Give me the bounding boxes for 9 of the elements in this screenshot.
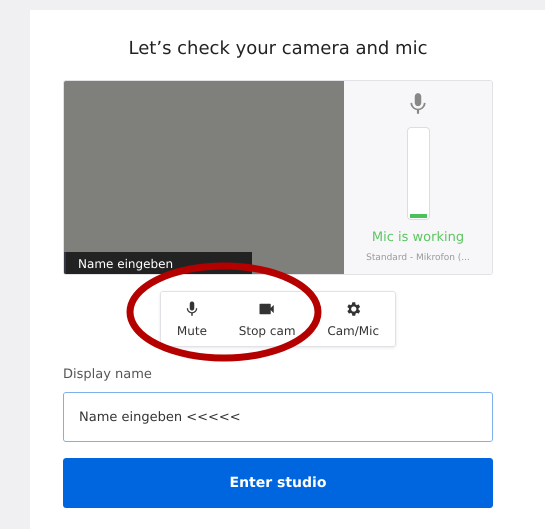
control-button[interactable]: Cam/Mic [323,300,384,338]
mic-status: Mic is working [372,230,464,245]
enter-studio-button[interactable]: Enter studio [63,458,493,508]
display-name-field[interactable]: Name eingeben <<<<< [63,392,493,442]
field-label: Display name [63,367,153,382]
control-button[interactable]: Mute [172,300,211,338]
control-button[interactable]: Stop cam [234,300,300,338]
page-title: Let’s check your camera and mic [128,37,428,61]
mic-device: Standard - Mikrofon (... [366,253,470,263]
